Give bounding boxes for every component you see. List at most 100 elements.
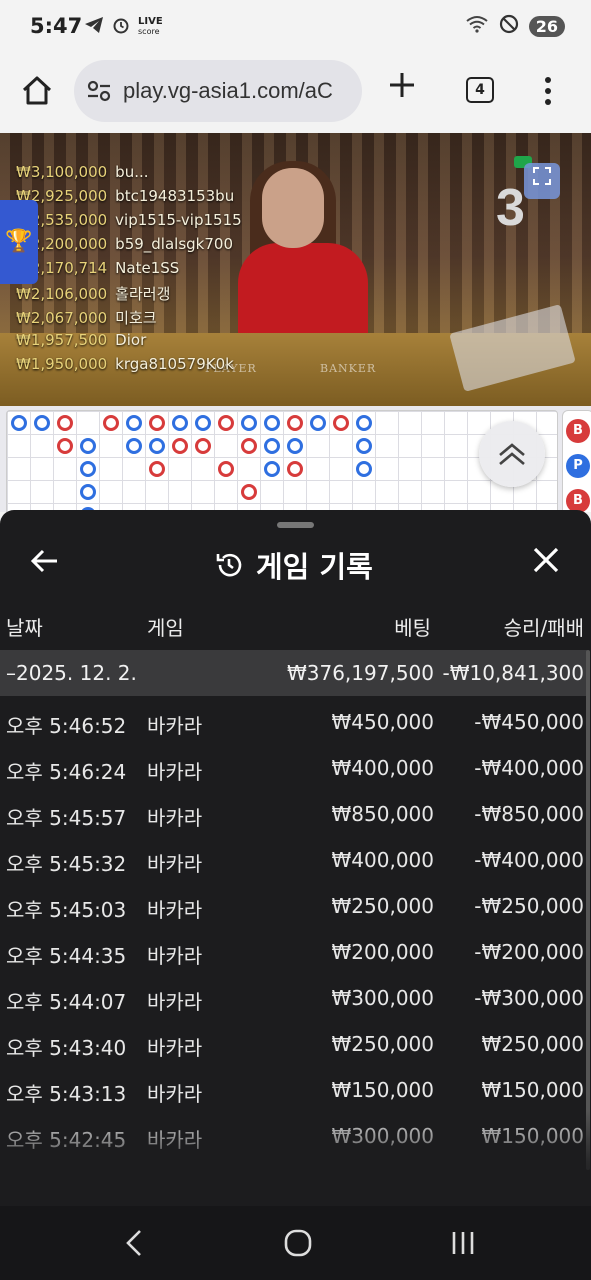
status-system-icons: 26 <box>465 14 565 39</box>
road-bead <box>241 415 257 431</box>
home-icon <box>22 76 52 105</box>
battery-indicator: 26 <box>528 16 565 37</box>
home-button[interactable] <box>20 74 54 108</box>
history-list: 오후 5:46:52 바카라 ₩450,000 -₩450,000 오후 5:46:2… <box>0 696 587 1156</box>
close-button[interactable] <box>532 546 560 574</box>
shoe-number: 3 <box>496 179 525 237</box>
double-chevron-up-icon <box>499 443 525 465</box>
banker-ask-button[interactable]: B <box>566 419 590 443</box>
history-row[interactable]: 오후 5:43:13 바카라 ₩150,000 ₩150,000 <box>0 1064 587 1110</box>
address-bar[interactable]: play.vg-asia1.com/aC <box>74 60 362 122</box>
history-row[interactable]: 오후 5:45:03 바카라 ₩250,000 -₩250,000 <box>0 880 587 926</box>
browser-toolbar: play.vg-asia1.com/aC 4 <box>0 56 591 133</box>
road-bead <box>333 415 349 431</box>
history-row[interactable]: 오후 5:45:57 바카라 ₩850,000 -₩850,000 <box>0 788 587 834</box>
leaderboard-row: ₩2,067,000 미호크 <box>16 309 157 327</box>
road-bead <box>356 415 372 431</box>
road-bead <box>34 415 50 431</box>
road-bead <box>80 484 96 500</box>
alarm-icon <box>112 16 130 38</box>
column-result: 승리/패배 <box>503 616 584 640</box>
road-map[interactable]: B P B <box>0 406 591 512</box>
table-header: 날짜 게임 베팅 승리/패배 <box>0 608 591 644</box>
history-row[interactable]: 오후 5:43:40 바카라 ₩250,000 ₩250,000 <box>0 1018 587 1064</box>
tab-switcher-button[interactable]: 4 <box>466 77 494 103</box>
new-tab-button[interactable] <box>388 70 416 106</box>
group-bet-total: ₩376,197,500 <box>286 661 434 685</box>
nav-back-icon <box>126 1230 141 1256</box>
road-bead <box>172 415 188 431</box>
date-group-row[interactable]: –2025. 12. 2. ₩376,197,500 -₩10,841,300 <box>0 650 587 696</box>
leaderboard-row: ₩3,100,000 bu... <box>16 163 149 181</box>
fullscreen-button[interactable] <box>524 163 560 199</box>
arrow-left-icon <box>30 549 57 573</box>
road-bead <box>264 415 280 431</box>
nav-recents-button[interactable] <box>448 1228 478 1258</box>
road-bead <box>126 438 142 454</box>
live-dealer-video[interactable]: PLAYER BANKER ₩3,100,000 bu... ₩2,925,000… <box>0 133 591 406</box>
scrollbar[interactable] <box>586 650 590 1170</box>
road-bead <box>356 461 372 477</box>
road-bead <box>310 415 326 431</box>
prediction-buttons: B P B <box>562 410 591 512</box>
group-result-total: -₩10,841,300 <box>442 661 584 685</box>
road-bead <box>172 438 188 454</box>
history-row[interactable]: 오후 5:46:52 바카라 ₩450,000 -₩450,000 <box>0 696 587 742</box>
nav-home-button[interactable] <box>283 1228 313 1258</box>
leaderboard-row: ₩2,535,000 vip1515-vip1515 <box>16 211 242 229</box>
history-row[interactable]: 오후 5:45:32 바카라 ₩400,000 -₩400,000 <box>0 834 587 880</box>
more-vert-icon <box>545 77 551 105</box>
leaderboard-row: ₩1,957,500 Dior <box>16 331 147 349</box>
road-bead <box>264 461 280 477</box>
url-text[interactable]: play.vg-asia1.com/aC <box>123 78 333 104</box>
table-label-banker: BANKER <box>320 362 377 375</box>
nav-back-button[interactable] <box>120 1228 150 1258</box>
road-bead <box>241 484 257 500</box>
close-icon <box>533 547 559 573</box>
road-bead <box>149 415 165 431</box>
live-score-icon: LIVE score <box>138 16 163 37</box>
banker-ask-button-2[interactable]: B <box>566 489 590 512</box>
status-bar: 5:47 LIVE score 26 <box>0 0 591 56</box>
panel-header: 게임 기록 <box>0 534 591 590</box>
road-bead <box>149 438 165 454</box>
history-row[interactable]: 오후 5:44:07 바카라 ₩300,000 -₩300,000 <box>0 972 587 1018</box>
road-bead <box>103 415 119 431</box>
leaderboard-row: ₩2,925,000 btc19483153bu <box>16 187 235 205</box>
road-bead <box>195 438 211 454</box>
trophy-icon: 🏆 <box>5 229 33 254</box>
panel-title: 게임 기록 <box>214 544 373 586</box>
site-settings-icon[interactable] <box>86 79 112 103</box>
road-bead <box>287 438 303 454</box>
more-menu-button[interactable] <box>544 74 552 108</box>
road-bead <box>195 415 211 431</box>
bead-road-grid <box>6 410 558 512</box>
leaderboard-row: ₩2,106,000 홀라러갱 <box>16 285 171 303</box>
road-bead <box>57 415 73 431</box>
wifi-icon <box>465 15 489 38</box>
road-bead <box>356 438 372 454</box>
history-row[interactable]: 오후 5:44:35 바카라 ₩200,000 -₩200,000 <box>0 926 587 972</box>
history-row[interactable]: 오후 5:42:45 바카라 ₩300,000 ₩150,000 <box>0 1110 587 1156</box>
column-game: 게임 <box>147 616 184 640</box>
history-row[interactable]: 오후 5:46:24 바카라 ₩400,000 -₩400,000 <box>0 742 587 788</box>
back-button[interactable] <box>30 546 60 576</box>
road-bead <box>149 461 165 477</box>
history-icon <box>216 553 242 577</box>
scroll-up-button[interactable] <box>479 421 545 487</box>
group-date: –2025. 12. 2. <box>6 661 137 685</box>
drag-handle[interactable] <box>277 522 314 528</box>
plus-icon <box>390 73 414 97</box>
telegram-icon <box>84 16 104 38</box>
leaderboard-row: ₩2,170,714 Nate1SS <box>16 259 180 277</box>
status-time: 5:47 <box>30 14 83 38</box>
nav-home-icon <box>284 1229 312 1257</box>
road-bead <box>241 438 257 454</box>
leaderboard-row: ₩1,950,000 krga810579K0k <box>16 355 234 373</box>
road-bead <box>57 438 73 454</box>
player-ask-button[interactable]: P <box>566 454 590 478</box>
road-bead <box>11 415 27 431</box>
road-bead <box>126 415 142 431</box>
trophy-button[interactable]: 🏆 <box>0 200 38 284</box>
do-not-disturb-icon <box>499 14 519 39</box>
